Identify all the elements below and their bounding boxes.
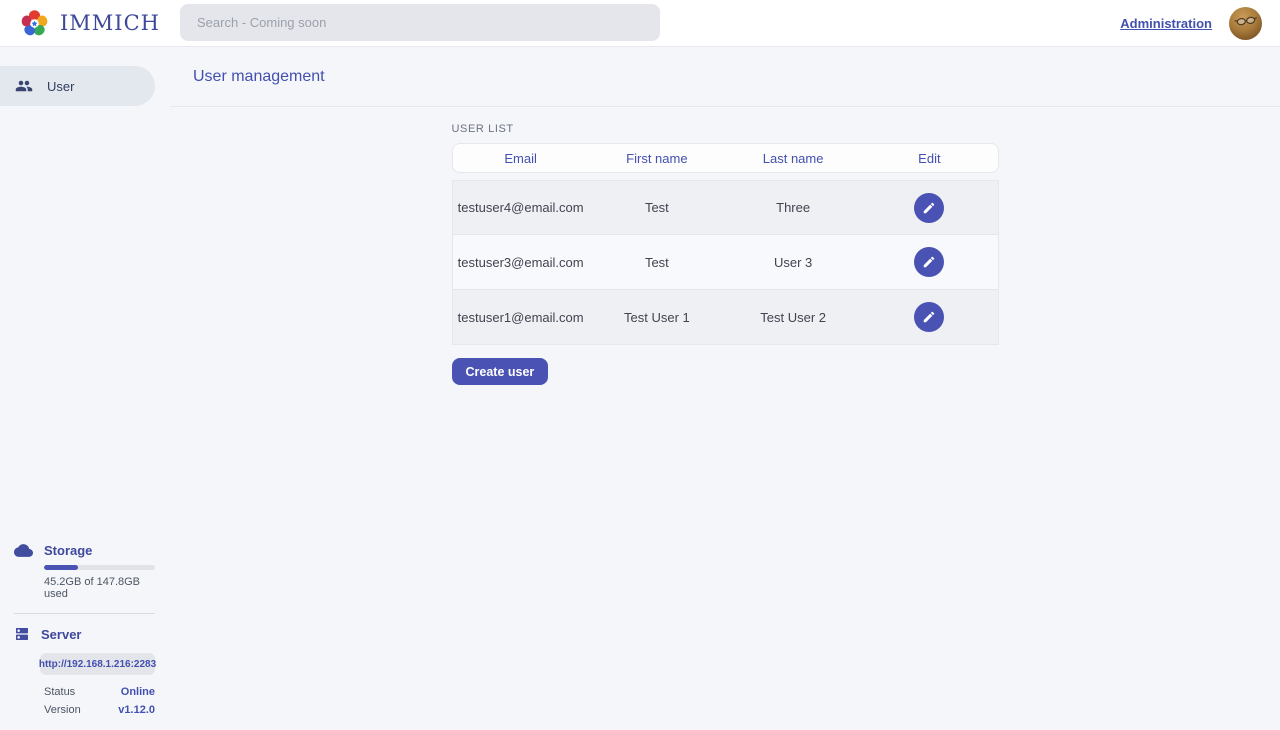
sidebar-footer: Storage 45.2GB of 147.8GB used Server ht…	[0, 543, 170, 730]
server-icon	[14, 626, 30, 642]
user-email-cell: testuser3@email.com	[453, 255, 589, 270]
sidebar-item-user[interactable]: User	[0, 66, 155, 106]
user-table-header: Email First name Last name Edit	[452, 143, 999, 173]
glasses-photo-graphic	[1233, 10, 1259, 36]
sidebar-item-user-label: User	[47, 79, 74, 94]
storage-progress-bar	[44, 565, 155, 570]
user-management-section: USER LIST Email First name Last name Edi…	[452, 123, 999, 385]
table-row: testuser3@email.com Test User 3	[452, 235, 999, 290]
column-header-first-name: First name	[589, 151, 725, 166]
edit-user-button[interactable]	[914, 302, 944, 332]
edit-user-button[interactable]	[914, 193, 944, 223]
search-input[interactable]	[197, 15, 643, 30]
user-list-label: USER LIST	[452, 123, 999, 135]
sidebar: User Storage 45.2GB of 147.8GB used	[0, 47, 170, 730]
user-first-name-cell: Test	[589, 255, 725, 270]
server-version-label: Version	[44, 704, 81, 716]
pencil-icon	[922, 201, 936, 215]
group-icon	[15, 77, 33, 95]
immich-flower-icon	[18, 7, 51, 40]
server-url-chip: http://192.168.1.216:2283	[40, 653, 155, 675]
server-status-row: Status Online	[44, 686, 155, 698]
storage-progress-fill	[44, 565, 78, 570]
sidebar-divider	[14, 613, 155, 614]
storage-usage-text: 45.2GB of 147.8GB used	[44, 576, 155, 600]
user-email-cell: testuser1@email.com	[453, 310, 589, 325]
create-user-button[interactable]: Create user	[452, 358, 549, 385]
main-header: User management	[170, 47, 1280, 107]
app-header: IMMICH Administration	[0, 0, 1280, 47]
page-title: User management	[193, 68, 325, 86]
user-last-name-cell: Test User 2	[725, 310, 861, 325]
app-title: IMMICH	[60, 11, 160, 35]
pencil-icon	[922, 310, 936, 324]
user-last-name-cell: Three	[725, 200, 861, 215]
table-row: testuser4@email.com Test Three	[452, 180, 999, 235]
user-first-name-cell: Test	[589, 200, 725, 215]
search-bar[interactable]	[180, 4, 660, 41]
pencil-icon	[922, 255, 936, 269]
user-avatar[interactable]	[1229, 7, 1262, 40]
administration-link[interactable]: Administration	[1120, 16, 1212, 31]
server-status-label: Status	[44, 686, 75, 698]
app-logo: IMMICH	[18, 7, 160, 40]
server-section-title: Server	[41, 627, 81, 642]
server-version-row: Version v1.12.0	[44, 704, 155, 716]
column-header-email: Email	[453, 151, 589, 166]
table-row: testuser1@email.com Test User 1 Test Use…	[452, 290, 999, 345]
server-status-value: Online	[121, 686, 155, 698]
user-first-name-cell: Test User 1	[589, 310, 725, 325]
storage-section-title: Storage	[44, 543, 92, 558]
user-email-cell: testuser4@email.com	[453, 200, 589, 215]
main-panel: User management USER LIST Email First na…	[170, 47, 1280, 730]
server-version-value: v1.12.0	[118, 704, 155, 716]
column-header-edit: Edit	[861, 151, 997, 166]
user-last-name-cell: User 3	[725, 255, 861, 270]
edit-user-button[interactable]	[914, 247, 944, 277]
cloud-icon	[14, 543, 33, 558]
user-table-body: testuser4@email.com Test Three testuser3…	[452, 180, 999, 345]
column-header-last-name: Last name	[725, 151, 861, 166]
